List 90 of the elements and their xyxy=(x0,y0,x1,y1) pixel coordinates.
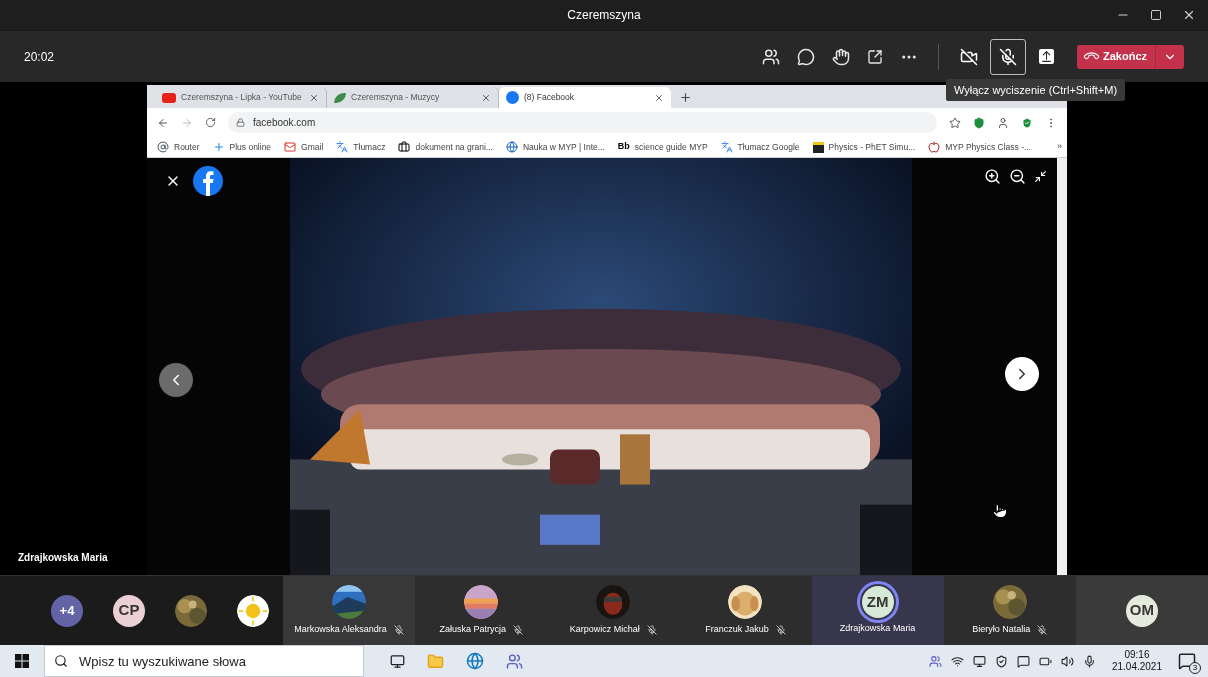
message-icon[interactable] xyxy=(1016,654,1030,668)
new-tab-icon[interactable] xyxy=(679,91,692,104)
camera-off-icon xyxy=(960,47,978,66)
close-tab-icon[interactable] xyxy=(309,92,319,103)
globe-icon xyxy=(505,141,518,153)
participant-tile[interactable]: Załuska Patrycja xyxy=(415,576,548,645)
call-duration: 20:02 xyxy=(24,48,55,66)
people-icon[interactable] xyxy=(762,47,780,66)
profile-icon[interactable] xyxy=(997,116,1009,129)
avatar: +4 xyxy=(51,594,83,627)
notifications-icon[interactable] xyxy=(1178,652,1196,670)
participant-name: Załuska Patrycja xyxy=(439,622,506,636)
reload-icon[interactable] xyxy=(205,117,216,128)
next-button[interactable] xyxy=(1005,357,1039,391)
previous-button[interactable] xyxy=(159,362,193,397)
microphone-button[interactable] xyxy=(990,38,1026,75)
search-field[interactable]: Wpisz tu wyszukiwane słowa xyxy=(44,645,364,677)
browser-icon[interactable] xyxy=(466,652,484,670)
briefcase-icon xyxy=(398,141,411,153)
teams-icon[interactable] xyxy=(506,652,523,670)
more-bookmarks[interactable]: » xyxy=(1057,140,1063,154)
video-icon xyxy=(162,92,176,103)
bookmark-mark: Bb xyxy=(617,140,630,154)
translate-icon xyxy=(336,141,349,153)
bookmark[interactable]: Plus online xyxy=(229,140,272,154)
teams-icon[interactable] xyxy=(928,654,942,668)
zoom-in-icon[interactable] xyxy=(984,168,1001,185)
wifi-icon[interactable] xyxy=(950,654,964,668)
task-view-icon[interactable] xyxy=(390,653,405,669)
participant-name: Zdrajkowska Maria xyxy=(839,621,916,635)
window-icon[interactable] xyxy=(867,48,883,65)
zoom-out-icon[interactable] xyxy=(1009,168,1026,185)
browser-tab[interactable]: Czeremszyna - Lipka - YouTube xyxy=(155,87,327,108)
monitor-icon[interactable] xyxy=(972,654,986,668)
translate-icon xyxy=(720,141,733,153)
scrollbar[interactable] xyxy=(1057,158,1067,575)
back-icon[interactable] xyxy=(157,116,169,129)
share-icon xyxy=(1039,49,1055,64)
participant-tile[interactable]: OM xyxy=(1075,576,1208,645)
participant-name: Franczuk Jakub xyxy=(705,622,769,636)
search-icon xyxy=(54,654,68,668)
bookmark[interactable]: Tłumacz xyxy=(353,140,386,154)
maximize-icon[interactable] xyxy=(1150,9,1162,21)
participant-tile[interactable]: Bieryło Natalia xyxy=(943,576,1076,645)
leaf-icon xyxy=(334,92,346,103)
notification-count: 3 xyxy=(1189,662,1201,674)
participant-name: Markowska Aleksandra xyxy=(294,622,387,636)
bookmark[interactable]: MYP Physics Class -... xyxy=(945,140,1032,154)
participant-tile[interactable]: Karpowicz Michał xyxy=(547,576,680,645)
presenter-name: Zdrajkowska Maria xyxy=(18,551,109,565)
bookmark[interactable]: Nauka w MYP | Inte... xyxy=(522,140,605,154)
shield-check-icon[interactable] xyxy=(1021,116,1033,129)
close-tab-icon[interactable] xyxy=(481,92,491,103)
at-icon xyxy=(157,141,169,153)
square-icon xyxy=(812,141,824,153)
plus-icon xyxy=(212,141,225,153)
hand-pointer-icon xyxy=(992,503,1008,519)
close-tab-icon[interactable] xyxy=(654,92,664,103)
bookmark[interactable]: Gmail xyxy=(301,140,324,154)
star-icon[interactable] xyxy=(949,116,961,129)
logo-icon xyxy=(193,166,223,196)
participant-name: Bieryło Natalia xyxy=(972,622,1031,636)
avatar: CP xyxy=(113,594,145,627)
apple-icon xyxy=(928,141,941,153)
participant-tile[interactable]: ZM Zdrajkowska Maria xyxy=(811,576,944,645)
address-field[interactable]: facebook.com xyxy=(228,112,937,133)
bookmark[interactable]: Physics - PhET Simu... xyxy=(828,140,916,154)
bookmark[interactable]: Router xyxy=(174,140,200,154)
browser-tab[interactable]: (8) Facebook xyxy=(499,87,671,108)
shield-icon[interactable] xyxy=(994,654,1008,668)
chat-icon[interactable] xyxy=(797,47,815,66)
hand-icon[interactable] xyxy=(832,47,850,66)
window-title: Czeremszyna xyxy=(567,7,641,24)
close-icon[interactable] xyxy=(1182,8,1196,22)
tooltip: Wyłącz wyciszenie (Ctrl+Shift+M) xyxy=(946,79,1126,101)
bookmark[interactable]: science guide MYP xyxy=(634,140,708,154)
bookmark[interactable]: dokument na grani... xyxy=(415,140,493,154)
lock-icon xyxy=(236,118,245,127)
participant-tile[interactable]: Franczuk Jakub xyxy=(679,576,812,645)
bookmark[interactable]: Tłumacz Google xyxy=(737,140,800,154)
start-icon[interactable] xyxy=(15,654,29,668)
participant-tile[interactable]: Markowska Aleksandra xyxy=(283,576,416,645)
participant-name: Karpowicz Michał xyxy=(569,622,640,636)
mail-icon xyxy=(284,141,297,153)
collapse-icon[interactable] xyxy=(1034,170,1047,183)
avatar: OM xyxy=(1125,594,1158,627)
clock[interactable]: 09:16 21.04.2021 xyxy=(1111,649,1162,673)
microphone-off-icon xyxy=(999,47,1017,66)
microphone-icon[interactable] xyxy=(1082,654,1096,668)
volume-icon[interactable] xyxy=(1060,654,1074,668)
